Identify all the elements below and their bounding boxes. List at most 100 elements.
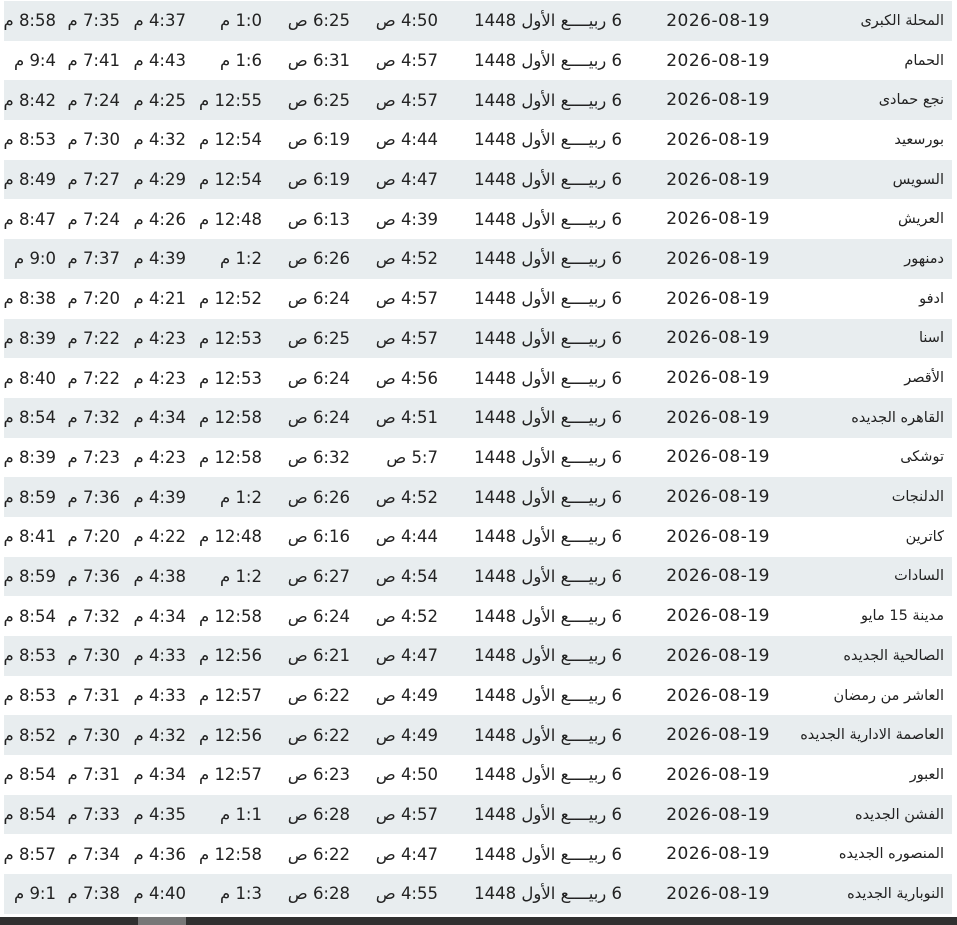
horizontal-scrollbar[interactable] [0, 917, 957, 925]
asr-time-cell: 4:35 م [126, 794, 192, 835]
city-name-cell: المحلة الكبرى [782, 1, 952, 41]
isha-time-cell: 8:42 م [4, 80, 60, 121]
table-row: المنصوره الجديده 2026-08-19 6 ربيــــع الأ… [4, 834, 952, 875]
dhuhr-time-cell: 12:52 م [192, 278, 268, 319]
hijri-date-cell: 6 ربيــــع الأول 1448 [444, 437, 634, 478]
asr-time-cell: 4:29 م [126, 159, 192, 200]
sunrise-time-cell: 6:22 ص [268, 715, 356, 756]
sunrise-time-cell: 6:23 ص [268, 755, 356, 795]
hijri-date-cell: 6 ربيــــع الأول 1448 [444, 675, 634, 716]
city-name-cell: القاهره الجديده [782, 397, 952, 438]
table-row: العبور 2026-08-19 6 ربيــــع الأول 1448 4:5… [4, 755, 952, 795]
hijri-date-cell: 6 ربيــــع الأول 1448 [444, 755, 634, 795]
table-row: مدينة 15 مايو 2026-08-19 6 ربيــــع الأول … [4, 596, 952, 636]
gregorian-date-cell: 2026-08-19 [634, 755, 782, 795]
sunrise-time-cell: 6:22 ص [268, 675, 356, 716]
gregorian-date-cell: 2026-08-19 [634, 834, 782, 875]
city-name-cell: كاترين [782, 516, 952, 557]
sunrise-time-cell: 6:21 ص [268, 636, 356, 676]
gregorian-date-cell: 2026-08-19 [634, 556, 782, 597]
asr-time-cell: 4:34 م [126, 397, 192, 438]
hijri-date-cell: 6 ربيــــع الأول 1448 [444, 1, 634, 41]
gregorian-date-cell: 2026-08-19 [634, 358, 782, 398]
table-row: توشكى 2026-08-19 6 ربيــــع الأول 1448 5:7 … [4, 437, 952, 478]
city-name-cell: اسنا [782, 318, 952, 359]
city-name-cell: دمنهور [782, 239, 952, 279]
table-row: اسنا 2026-08-19 6 ربيــــع الأول 1448 4:57 … [4, 318, 952, 359]
isha-time-cell: 9:0 م [4, 239, 60, 279]
isha-time-cell: 8:52 م [4, 715, 60, 756]
dhuhr-time-cell: 12:55 م [192, 80, 268, 121]
hijri-date-cell: 6 ربيــــع الأول 1448 [444, 397, 634, 438]
city-name-cell: السويس [782, 159, 952, 200]
gregorian-date-cell: 2026-08-19 [634, 40, 782, 81]
sunrise-time-cell: 6:16 ص [268, 516, 356, 557]
dhuhr-time-cell: 1:1 م [192, 794, 268, 835]
table-row: الدلنجات 2026-08-19 6 ربيــــع الأول 1448 4… [4, 477, 952, 517]
hijri-date-cell: 6 ربيــــع الأول 1448 [444, 516, 634, 557]
hijri-date-cell: 6 ربيــــع الأول 1448 [444, 120, 634, 160]
sunrise-time-cell: 6:32 ص [268, 437, 356, 478]
dhuhr-time-cell: 1:3 م [192, 874, 268, 914]
fajr-time-cell: 4:57 ص [356, 278, 444, 319]
asr-time-cell: 4:39 م [126, 239, 192, 279]
sunrise-time-cell: 6:25 ص [268, 1, 356, 41]
asr-time-cell: 4:36 م [126, 834, 192, 875]
table-row: العريش 2026-08-19 6 ربيــــع الأول 1448 4:3… [4, 199, 952, 240]
gregorian-date-cell: 2026-08-19 [634, 80, 782, 121]
isha-time-cell: 8:54 م [4, 397, 60, 438]
isha-time-cell: 8:38 م [4, 278, 60, 319]
isha-time-cell: 8:59 م [4, 477, 60, 517]
fajr-time-cell: 4:57 ص [356, 318, 444, 359]
table-row: القاهره الجديده 2026-08-19 6 ربيــــع الأو… [4, 397, 952, 438]
dhuhr-time-cell: 1:0 م [192, 1, 268, 41]
asr-time-cell: 4:33 م [126, 675, 192, 716]
dhuhr-time-cell: 12:57 م [192, 755, 268, 795]
fajr-time-cell: 4:55 ص [356, 874, 444, 914]
gregorian-date-cell: 2026-08-19 [634, 278, 782, 319]
sunrise-time-cell: 6:28 ص [268, 874, 356, 914]
sunrise-time-cell: 6:24 ص [268, 397, 356, 438]
maghrib-time-cell: 7:24 م [60, 199, 126, 240]
fajr-time-cell: 4:47 ص [356, 159, 444, 200]
prayer-times-table: المحلة الكبرى 2026-08-19 6 ربيــــع الأول … [4, 1, 952, 914]
sunrise-time-cell: 6:25 ص [268, 318, 356, 359]
table-row: دمنهور 2026-08-19 6 ربيــــع الأول 1448 4:5… [4, 239, 952, 279]
fajr-time-cell: 4:57 ص [356, 794, 444, 835]
dhuhr-time-cell: 12:54 م [192, 120, 268, 160]
table-row: ادفو 2026-08-19 6 ربيــــع الأول 1448 4:57 … [4, 278, 952, 319]
gregorian-date-cell: 2026-08-19 [634, 715, 782, 756]
asr-time-cell: 4:34 م [126, 755, 192, 795]
gregorian-date-cell: 2026-08-19 [634, 477, 782, 517]
hijri-date-cell: 6 ربيــــع الأول 1448 [444, 596, 634, 636]
city-name-cell: الصالحية الجديده [782, 636, 952, 676]
fajr-time-cell: 4:56 ص [356, 358, 444, 398]
dhuhr-time-cell: 12:53 م [192, 318, 268, 359]
table-row: كاترين 2026-08-19 6 ربيــــع الأول 1448 4:4… [4, 516, 952, 557]
hijri-date-cell: 6 ربيــــع الأول 1448 [444, 794, 634, 835]
maghrib-time-cell: 7:22 م [60, 318, 126, 359]
sunrise-time-cell: 6:24 ص [268, 358, 356, 398]
table-row: السويس 2026-08-19 6 ربيــــع الأول 1448 4:4… [4, 159, 952, 200]
gregorian-date-cell: 2026-08-19 [634, 199, 782, 240]
asr-time-cell: 4:23 م [126, 437, 192, 478]
city-name-cell: الفشن الجديده [782, 794, 952, 835]
asr-time-cell: 4:38 م [126, 556, 192, 597]
maghrib-time-cell: 7:20 م [60, 516, 126, 557]
maghrib-time-cell: 7:31 م [60, 755, 126, 795]
dhuhr-time-cell: 12:54 م [192, 159, 268, 200]
asr-time-cell: 4:25 م [126, 80, 192, 121]
hijri-date-cell: 6 ربيــــع الأول 1448 [444, 834, 634, 875]
table-row: النوبارية الجديده 2026-08-19 6 ربيــــع ال… [4, 874, 952, 914]
maghrib-time-cell: 7:30 م [60, 120, 126, 160]
city-name-cell: النوبارية الجديده [782, 874, 952, 914]
table-row: المحلة الكبرى 2026-08-19 6 ربيــــع الأول … [4, 1, 952, 41]
asr-time-cell: 4:32 م [126, 120, 192, 160]
fajr-time-cell: 4:52 ص [356, 477, 444, 517]
table-row: السادات 2026-08-19 6 ربيــــع الأول 1448 4:… [4, 556, 952, 597]
hijri-date-cell: 6 ربيــــع الأول 1448 [444, 318, 634, 359]
asr-time-cell: 4:37 م [126, 1, 192, 41]
maghrib-time-cell: 7:30 م [60, 715, 126, 756]
scrollbar-thumb[interactable] [138, 917, 186, 925]
fajr-time-cell: 4:52 ص [356, 596, 444, 636]
